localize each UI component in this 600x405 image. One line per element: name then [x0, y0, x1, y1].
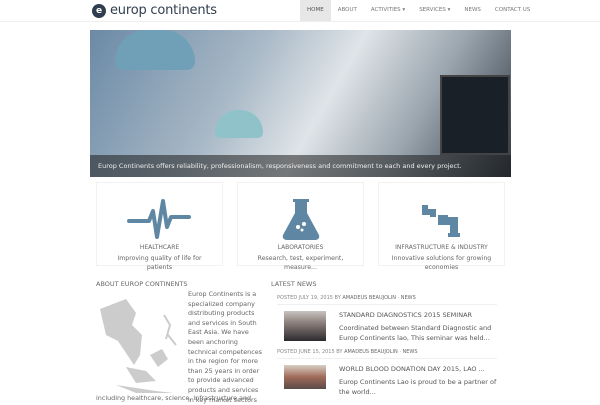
card-infrastructure[interactable]: INFRASTRUCTURE & INDUSTRY Innovative sol… — [378, 182, 505, 271]
news-thumbnail[interactable] — [284, 365, 326, 389]
author-link[interactable]: AMADEUS BEAUJOLIN · NEWS — [342, 295, 415, 301]
nav-activities[interactable]: ACTIVITIES ▾ — [364, 0, 412, 21]
pipes-icon — [421, 205, 460, 237]
main-menu: HOME ABOUT ACTIVITIES ▾ SERVICES ▾ NEWS … — [300, 0, 537, 21]
posted-date: POSTED JUNE 15, 2015 BY — [277, 349, 343, 355]
asia-map-image — [100, 299, 177, 393]
nav-contact[interactable]: CONTACT US — [488, 0, 537, 21]
nav-home[interactable]: HOME — [300, 0, 331, 21]
news-meta: POSTED JULY 19, 2015 BY AMADEUS BEAUJOLI… — [277, 295, 497, 305]
monitor-image — [440, 75, 510, 155]
news-excerpt: Coordinated between Standard Diagnostic … — [339, 324, 492, 342]
card-desc: Research, test, experiment, measure... — [257, 255, 344, 271]
card-laboratories[interactable]: LABORATORIES Research, test, experiment,… — [237, 182, 364, 271]
news-excerpt: Europ Continents Lao is proud to be a pa… — [339, 378, 497, 396]
news-item: POSTED JULY 19, 2015 BY AMADEUS BEAUJOLI… — [277, 295, 497, 343]
card-desc: Innovative solutions for growing economi… — [391, 255, 492, 271]
news-title[interactable]: WORLD BLOOD DONATION DAY 2015, LAO ... — [339, 365, 497, 373]
heartbeat-icon — [126, 199, 191, 239]
news-meta: POSTED JUNE 15, 2015 BY AMADEUS BEAUJOLI… — [277, 349, 497, 359]
brand-name: europ continents — [110, 3, 217, 18]
hero-slider[interactable]: Europ Continents offers reliability, pro… — [90, 30, 511, 177]
about-text: Europ Continents is a specialized compan… — [188, 290, 262, 404]
nav-services[interactable]: SERVICES ▾ — [412, 0, 457, 21]
logo[interactable]: e europ continents — [92, 3, 217, 18]
card-healthcare[interactable]: HEALTHCARE Improving quality of life for… — [96, 182, 223, 271]
surgeon-image — [215, 110, 263, 138]
card-desc: Improving quality of life for patients — [117, 255, 202, 271]
news-thumbnail[interactable] — [284, 311, 326, 341]
about-text-continued: including healthcare, science, infrastru… — [96, 394, 252, 402]
hero-caption: Europ Continents offers reliability, pro… — [90, 155, 511, 177]
news-item: POSTED JUNE 15, 2015 BY AMADEUS BEAUJOLI… — [277, 349, 497, 397]
logo-icon: e — [92, 3, 106, 18]
news-title[interactable]: STANDARD DIAGNOSTICS 2015 SEMINAR — [339, 311, 497, 319]
news-heading: LATEST NEWS — [271, 280, 317, 288]
nav-news[interactable]: NEWS — [457, 0, 488, 21]
card-title: INFRASTRUCTURE & INDUSTRY — [395, 244, 488, 251]
about-heading: ABOUT EUROP CONTINENTS — [96, 280, 188, 288]
flask-icon — [282, 199, 319, 240]
surgeon-image — [115, 30, 195, 70]
nav-about[interactable]: ABOUT — [331, 0, 364, 21]
card-title: HEALTHCARE — [139, 244, 180, 251]
author-link[interactable]: AMADEUS BEAUJOLIN · NEWS — [344, 349, 417, 355]
posted-date: POSTED JULY 19, 2015 BY — [277, 295, 341, 301]
top-nav: e europ continents HOME ABOUT ACTIVITIES… — [0, 0, 600, 22]
card-title: LABORATORIES — [277, 244, 324, 251]
